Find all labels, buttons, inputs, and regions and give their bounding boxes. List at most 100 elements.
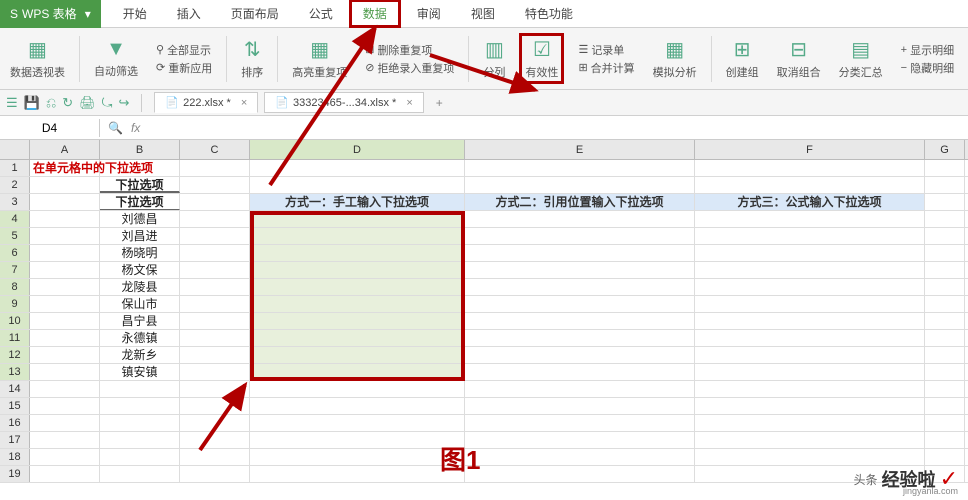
ungroup-button[interactable]: ⊟ 取消组合 bbox=[773, 28, 825, 89]
cell-B18[interactable] bbox=[100, 449, 180, 465]
cell-D15[interactable] bbox=[250, 398, 465, 414]
cell-D3[interactable]: 方式一：手工输入下拉选项 bbox=[250, 194, 465, 210]
sort-button[interactable]: ⇅ 排序 bbox=[237, 28, 267, 89]
cell-A6[interactable] bbox=[30, 245, 100, 261]
col-G[interactable]: G bbox=[925, 140, 965, 159]
cell-D2[interactable] bbox=[250, 177, 465, 193]
cell-C8[interactable] bbox=[180, 279, 250, 295]
cell-D13[interactable] bbox=[250, 364, 465, 380]
cell-E13[interactable] bbox=[465, 364, 695, 380]
cell-B11[interactable]: 永德镇 bbox=[100, 330, 180, 346]
cell-D14[interactable] bbox=[250, 381, 465, 397]
cell-G16[interactable] bbox=[925, 415, 965, 431]
validity-button[interactable]: ☑ 有效性 bbox=[525, 37, 558, 80]
cell-D11[interactable] bbox=[250, 330, 465, 346]
cell-C10[interactable] bbox=[180, 313, 250, 329]
cell-C1[interactable] bbox=[180, 160, 250, 176]
cell-E16[interactable] bbox=[465, 415, 695, 431]
qat-menu-icon[interactable]: ☰ bbox=[6, 95, 18, 111]
qat-save-icon[interactable]: 💾 bbox=[24, 95, 40, 111]
row-header[interactable]: 3 bbox=[0, 194, 30, 210]
menu-formula[interactable]: 公式 bbox=[295, 0, 347, 28]
col-D[interactable]: D bbox=[250, 140, 465, 159]
cell-G9[interactable] bbox=[925, 296, 965, 312]
cell-E1[interactable] bbox=[465, 160, 695, 176]
cell-G5[interactable] bbox=[925, 228, 965, 244]
cell-B3[interactable]: 下拉选项 bbox=[100, 194, 180, 210]
cell-A4[interactable] bbox=[30, 211, 100, 227]
cell-D12[interactable] bbox=[250, 347, 465, 363]
cell-D7[interactable] bbox=[250, 262, 465, 278]
row-header[interactable]: 8 bbox=[0, 279, 30, 295]
fx-search-icon[interactable]: 🔍 bbox=[108, 121, 123, 135]
row-header[interactable]: 15 bbox=[0, 398, 30, 414]
rejectdup-button[interactable]: ⊘拒绝录入重复项 bbox=[365, 60, 454, 76]
cell-G1[interactable] bbox=[925, 160, 965, 176]
cell-A15[interactable] bbox=[30, 398, 100, 414]
cell-G15[interactable] bbox=[925, 398, 965, 414]
cell-F11[interactable] bbox=[695, 330, 925, 346]
cell-A9[interactable] bbox=[30, 296, 100, 312]
cell-F10[interactable] bbox=[695, 313, 925, 329]
cell-C7[interactable] bbox=[180, 262, 250, 278]
cell-G2[interactable] bbox=[925, 177, 965, 193]
cell-A5[interactable] bbox=[30, 228, 100, 244]
row-header[interactable]: 18 bbox=[0, 449, 30, 465]
cell-G11[interactable] bbox=[925, 330, 965, 346]
col-F[interactable]: F bbox=[695, 140, 925, 159]
cell-D17[interactable] bbox=[250, 432, 465, 448]
cell-G7[interactable] bbox=[925, 262, 965, 278]
cell-A14[interactable] bbox=[30, 381, 100, 397]
cell-F13[interactable] bbox=[695, 364, 925, 380]
cell-B2[interactable]: 下拉选项 bbox=[100, 177, 180, 193]
cell-G14[interactable] bbox=[925, 381, 965, 397]
cell-A18[interactable] bbox=[30, 449, 100, 465]
cell-A11[interactable] bbox=[30, 330, 100, 346]
cell-E2[interactable] bbox=[465, 177, 695, 193]
cell-F15[interactable] bbox=[695, 398, 925, 414]
cell-C12[interactable] bbox=[180, 347, 250, 363]
cell-B13[interactable]: 镇安镇 bbox=[100, 364, 180, 380]
cell-B7[interactable]: 杨文保 bbox=[100, 262, 180, 278]
cell-B17[interactable] bbox=[100, 432, 180, 448]
cell-F4[interactable] bbox=[695, 211, 925, 227]
hidedetail-button[interactable]: −隐藏明细 bbox=[901, 60, 954, 76]
cell-G6[interactable] bbox=[925, 245, 965, 261]
cell-D9[interactable] bbox=[250, 296, 465, 312]
record-button[interactable]: ☰记录单 bbox=[578, 42, 624, 58]
doctab-2[interactable]: 📄 33323465-...34.xlsx * × bbox=[264, 92, 424, 113]
row-header[interactable]: 11 bbox=[0, 330, 30, 346]
cell-D1[interactable] bbox=[250, 160, 465, 176]
col-C[interactable]: C bbox=[180, 140, 250, 159]
cell-G3[interactable] bbox=[925, 194, 965, 210]
row-header[interactable]: 16 bbox=[0, 415, 30, 431]
cell-B8[interactable]: 龙陵县 bbox=[100, 279, 180, 295]
cell-B9[interactable]: 保山市 bbox=[100, 296, 180, 312]
autofilter-button[interactable]: ▼ 自动筛选 bbox=[90, 28, 142, 89]
cell-B12[interactable]: 龙新乡 bbox=[100, 347, 180, 363]
name-box[interactable]: D4 bbox=[0, 119, 100, 137]
cell-B15[interactable] bbox=[100, 398, 180, 414]
row-header[interactable]: 19 bbox=[0, 466, 30, 482]
menu-view[interactable]: 视图 bbox=[457, 0, 509, 28]
consolidate-button[interactable]: ⊞合并计算 bbox=[578, 60, 634, 76]
cell-D16[interactable] bbox=[250, 415, 465, 431]
group-button[interactable]: ⊞ 创建组 bbox=[722, 28, 763, 89]
pivot-button[interactable]: ▦ 数据透视表 bbox=[6, 28, 69, 89]
cell-E17[interactable] bbox=[465, 432, 695, 448]
splitcol-button[interactable]: ▥ 分列 bbox=[479, 28, 509, 89]
cell-A12[interactable] bbox=[30, 347, 100, 363]
col-E[interactable]: E bbox=[465, 140, 695, 159]
fx-icon[interactable]: fx bbox=[131, 121, 140, 135]
highlight-button[interactable]: ▦ 高亮重复项 bbox=[288, 28, 351, 89]
cell-A10[interactable] bbox=[30, 313, 100, 329]
cell-E14[interactable] bbox=[465, 381, 695, 397]
cell-D4[interactable] bbox=[250, 211, 465, 227]
menu-pagelayout[interactable]: 页面布局 bbox=[217, 0, 293, 28]
row-header[interactable]: 9 bbox=[0, 296, 30, 312]
cell-G13[interactable] bbox=[925, 364, 965, 380]
cell-B10[interactable]: 昌宁县 bbox=[100, 313, 180, 329]
cell-C2[interactable] bbox=[180, 177, 250, 193]
qat-print-icon[interactable]: 🖨 bbox=[79, 95, 96, 111]
close-icon[interactable]: × bbox=[406, 97, 412, 109]
